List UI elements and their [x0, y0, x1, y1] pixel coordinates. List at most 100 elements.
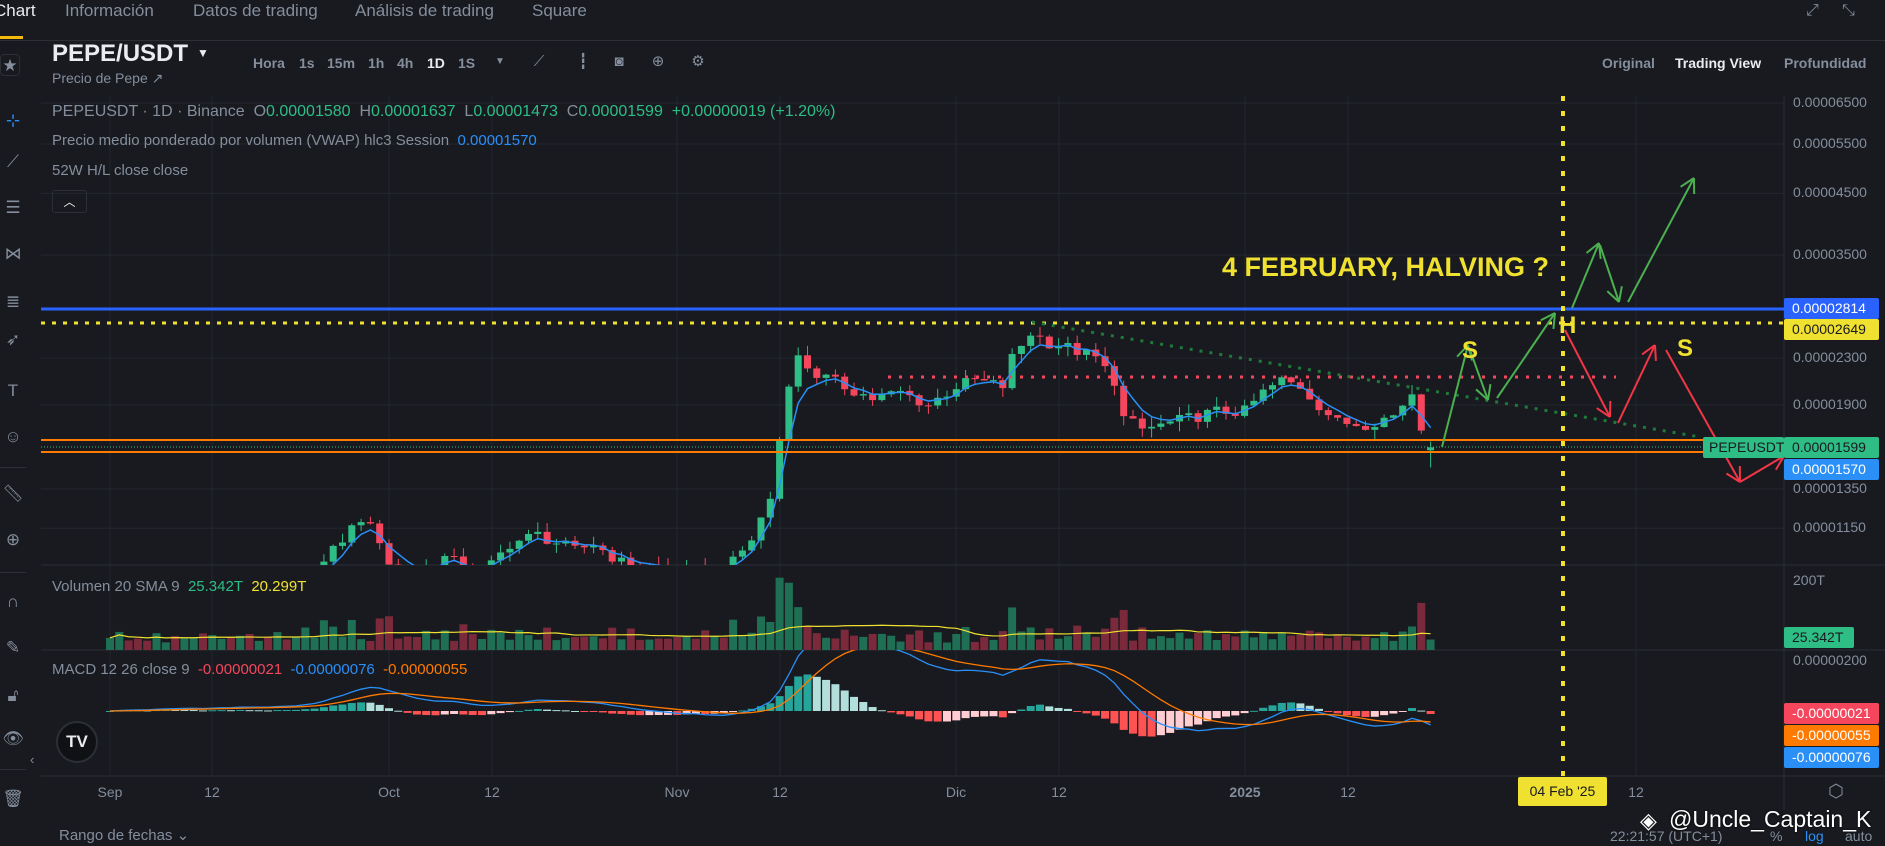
head-label: H — [1559, 312, 1576, 339]
time-axis-label: 12 — [1628, 784, 1644, 800]
candle — [339, 542, 346, 546]
volume-bar — [440, 630, 449, 650]
date-range-dropdown[interactable]: Rango de fechas ⌄ — [59, 826, 189, 844]
volume-bar — [1129, 640, 1137, 650]
volume-bar — [1305, 630, 1314, 650]
volume-bar — [180, 638, 189, 650]
high-label: H — [359, 103, 371, 120]
macd-legend[interactable]: MACD 12 26 close 9 -0.00000021 -0.000000… — [52, 661, 467, 678]
macd-histogram-bar — [403, 711, 412, 713]
volume-bar — [766, 621, 775, 650]
macd-histogram-bar — [217, 710, 226, 712]
volume-bar — [338, 636, 347, 650]
yellow-line-price-tag: 0.00002649 — [1784, 319, 1879, 340]
volume-bar — [282, 639, 291, 650]
volume-bar — [1296, 634, 1305, 650]
volume-bar — [784, 582, 793, 650]
volume-bar — [152, 633, 161, 650]
candle — [162, 614, 169, 615]
macd-histogram-bar — [440, 711, 449, 715]
volume-bar — [1222, 634, 1230, 650]
volume-bar — [868, 633, 877, 650]
candle — [1269, 385, 1276, 390]
last-price-tag: 0.00001599 — [1784, 437, 1879, 458]
volume-bar — [626, 628, 635, 650]
macd-histogram-bar — [803, 674, 812, 711]
candle — [1343, 417, 1351, 424]
volume-bar — [366, 640, 375, 650]
macd-histogram-bar — [784, 685, 793, 711]
candle — [450, 556, 458, 558]
volume-bar — [664, 638, 672, 650]
candle — [274, 599, 281, 609]
volume-bar — [1203, 630, 1212, 650]
candle — [924, 405, 932, 407]
hl-legend[interactable]: 52W H/L close close — [52, 162, 188, 179]
macd-histogram-bar — [1342, 711, 1351, 716]
macd-histogram-bar — [310, 708, 319, 711]
macd-histogram-bar — [1063, 708, 1072, 711]
volume-bar — [1370, 638, 1379, 650]
macd-histogram-bar — [301, 709, 310, 711]
candle — [711, 573, 718, 579]
macd-line-value: -0.00000076 — [290, 661, 375, 678]
macd-histogram-bar — [1352, 711, 1361, 717]
time-axis-label: 12 — [1051, 784, 1067, 800]
volume-bar — [738, 635, 747, 650]
price-axis-label: 0.00001350 — [1793, 479, 1867, 496]
candle — [1427, 447, 1435, 451]
candle — [265, 608, 272, 609]
candle — [487, 560, 495, 565]
macd-histogram-bar — [431, 711, 440, 716]
macd-histogram-bar — [1240, 711, 1249, 714]
macd-histogram-bar — [1054, 707, 1063, 711]
close-label: C — [566, 103, 579, 120]
candle — [469, 570, 476, 574]
date-range-label: Rango de fechas — [59, 827, 173, 844]
volume-bar — [1240, 630, 1249, 650]
candle — [1017, 345, 1025, 354]
volume-bar — [292, 637, 300, 650]
settings-hex-icon[interactable]: ⬡ — [1828, 781, 1844, 802]
candle — [506, 548, 514, 553]
tradingview-logo[interactable]: TV — [56, 721, 98, 763]
candle — [878, 394, 886, 401]
candle — [980, 378, 988, 381]
macd-histogram-bar — [626, 711, 635, 715]
macd-histogram-bar — [617, 711, 626, 714]
macd-histogram-bar — [1017, 709, 1026, 711]
volume-bar — [422, 630, 431, 650]
volume-bar — [1036, 639, 1044, 650]
macd-histogram-bar — [598, 711, 607, 713]
macd-histogram-bar — [319, 707, 328, 711]
change-value: +0.00000019 (+1.20%) — [671, 103, 836, 120]
low-value: 0.00001473 — [473, 103, 558, 120]
volume-legend[interactable]: Volumen 20 SMA 9 25.342T 20.299T — [52, 578, 306, 595]
volume-bar — [133, 638, 142, 650]
volume-bar — [403, 636, 412, 650]
collapse-legend-button[interactable]: ︿ — [52, 190, 87, 213]
bull-arrow — [1571, 242, 1600, 309]
chart-canvas[interactable]: 4 FEBRUARY, HALVING ? S H S — [0, 0, 1885, 846]
candle — [218, 610, 225, 611]
macd-histogram-bar — [868, 707, 877, 711]
macd-signal-value: -0.00000055 — [383, 661, 468, 678]
macd-histogram-bar — [236, 709, 245, 711]
price-axis-label: 0.00001150 — [1793, 519, 1866, 536]
macd-histogram-bar — [478, 711, 486, 716]
macd-histogram-bar — [580, 711, 589, 712]
candle — [1129, 416, 1137, 419]
volume-bar — [459, 624, 468, 650]
volume-bar — [524, 635, 533, 650]
macd-histogram-bar — [729, 711, 738, 712]
vwap-legend[interactable]: Precio medio ponderado por volumen (VWAP… — [52, 132, 537, 149]
volume-bar — [468, 634, 477, 650]
macd-histogram-bar — [1389, 711, 1398, 714]
volume-bar — [505, 639, 514, 650]
macd-histogram-bar — [877, 710, 886, 712]
open-label: O — [253, 103, 267, 120]
volume-bar — [989, 639, 998, 650]
macd-histogram-bar — [850, 696, 858, 711]
volume-bar — [329, 626, 338, 650]
volume-axis-label: 200T — [1793, 572, 1825, 588]
